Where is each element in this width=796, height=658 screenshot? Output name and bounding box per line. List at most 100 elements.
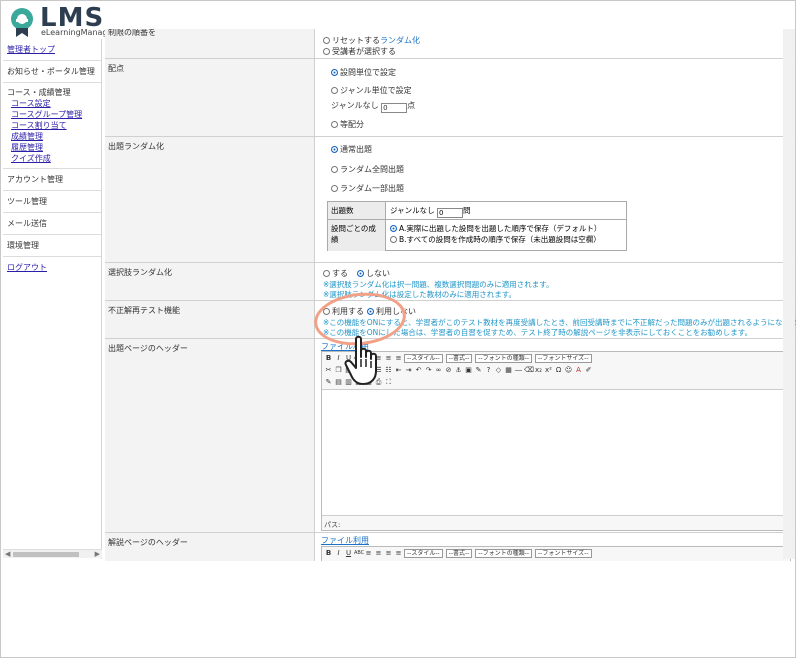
outdent-icon[interactable]: ⇤ bbox=[394, 366, 403, 375]
strikethrough-icon[interactable]: ABC bbox=[354, 549, 364, 558]
anchor-icon[interactable]: ⚓ bbox=[454, 366, 463, 375]
fullscreen-icon[interactable]: ⛶ bbox=[384, 378, 393, 387]
font-size-select[interactable]: --フォントサイズ-- bbox=[535, 353, 592, 363]
grade-manage-link[interactable]: 成績管理 bbox=[7, 131, 97, 142]
order-option-learner[interactable]: 受講者が選択する bbox=[323, 46, 396, 57]
radio-selected-icon[interactable] bbox=[390, 225, 397, 232]
link-icon[interactable]: ∞ bbox=[434, 366, 443, 375]
sidebar-item-news[interactable]: お知らせ・ポータル管理 bbox=[3, 61, 101, 83]
radio-icon[interactable] bbox=[331, 185, 338, 192]
quiz-create-link[interactable]: クイズ作成 bbox=[7, 153, 97, 164]
align-justify-icon[interactable]: ≡ bbox=[394, 549, 403, 558]
grade-option-b[interactable]: B.すべての設問を作成時の順序で保存（未出題設問は空欄） bbox=[390, 234, 622, 245]
random-option-normal[interactable]: 通常出題 bbox=[331, 144, 372, 155]
main-vertical-scrollbar[interactable] bbox=[783, 29, 795, 559]
radio-icon[interactable] bbox=[323, 270, 330, 277]
highlight-color-icon[interactable]: ✐ bbox=[584, 366, 593, 375]
style-select[interactable]: --スタイル-- bbox=[404, 548, 443, 558]
course-group-title: コース・成績管理 bbox=[7, 88, 71, 97]
emoticon-icon[interactable]: ☺ bbox=[564, 366, 573, 375]
sidebar-item-mail[interactable]: メール送信 bbox=[3, 213, 101, 235]
radio-icon[interactable] bbox=[323, 48, 330, 55]
choice-random-yes-label: する bbox=[332, 269, 348, 278]
cleanup-icon[interactable]: ✎ bbox=[474, 366, 483, 375]
align-right-icon[interactable]: ≡ bbox=[384, 354, 393, 363]
redo-icon[interactable]: ↷ bbox=[424, 366, 433, 375]
radio-icon[interactable] bbox=[331, 121, 338, 128]
logout-link[interactable]: ログアウト bbox=[7, 263, 47, 272]
help-icon[interactable]: ? bbox=[484, 366, 493, 375]
table-icon[interactable]: ▦ bbox=[504, 366, 513, 375]
insert-row-icon[interactable]: ▤ bbox=[334, 378, 343, 387]
copy-icon[interactable]: ❐ bbox=[334, 366, 343, 375]
count-input[interactable]: 0 bbox=[437, 208, 464, 218]
grade-option-a[interactable]: A.実際に出題した設問を出題した順序で保存（デフォルト） bbox=[390, 223, 622, 234]
scoring-option-question[interactable]: 設問単位で設定 bbox=[331, 67, 396, 78]
choice-random-no[interactable]: しない bbox=[357, 268, 390, 279]
count-label: 出題数 bbox=[328, 202, 386, 220]
scoring-option-genre[interactable]: ジャンル単位で設定 bbox=[331, 85, 412, 96]
radio-selected-icon[interactable] bbox=[357, 270, 364, 277]
course-group-link[interactable]: コースグループ管理 bbox=[7, 109, 97, 120]
random-option-all[interactable]: ランダム全問出題 bbox=[331, 164, 404, 175]
sidebar-horizontal-scrollbar[interactable]: ◀ ▶ bbox=[3, 549, 102, 558]
radio-icon[interactable] bbox=[390, 236, 397, 243]
unlink-icon[interactable]: ⊘ bbox=[444, 366, 453, 375]
radio-icon[interactable] bbox=[331, 166, 338, 173]
order-option-reset[interactable]: リセットするランダム化 bbox=[323, 35, 420, 46]
sidebar-item-environment[interactable]: 環境管理 bbox=[3, 235, 101, 257]
subscript-icon[interactable]: x₂ bbox=[534, 366, 543, 375]
align-justify-icon[interactable]: ≡ bbox=[394, 354, 403, 363]
numbered-list-icon[interactable]: ☷ bbox=[384, 366, 393, 375]
scrollbar-thumb[interactable] bbox=[13, 552, 79, 557]
text-color-icon[interactable]: A bbox=[574, 366, 583, 375]
bold-icon[interactable]: B bbox=[324, 549, 333, 558]
font-size-select[interactable]: --フォントサイズ-- bbox=[535, 548, 592, 558]
sidebar-item-account[interactable]: アカウント管理 bbox=[3, 169, 101, 191]
align-center-icon[interactable]: ≡ bbox=[374, 549, 383, 558]
radio-icon[interactable] bbox=[331, 87, 338, 94]
row-explain-header-label: 解説ページのヘッダー bbox=[105, 533, 315, 561]
random-option-partial[interactable]: ランダム一部出題 bbox=[331, 183, 404, 194]
choice-random-yes[interactable]: する bbox=[323, 268, 348, 279]
row-retest: 不正解再テスト機能 利用する 利用しない ※この機能をONにすると、学習者がこの… bbox=[105, 301, 796, 339]
edit-icon[interactable]: ✎ bbox=[324, 378, 333, 387]
explain-file-link[interactable]: ファイル利用 bbox=[321, 535, 369, 546]
bold-icon[interactable]: B bbox=[324, 354, 333, 363]
html-source-icon[interactable]: ◇ bbox=[494, 366, 503, 375]
radio-selected-icon[interactable] bbox=[331, 69, 338, 76]
header-editor-content[interactable] bbox=[322, 389, 790, 516]
italic-icon[interactable]: I bbox=[334, 549, 343, 558]
genre-score-input[interactable]: 0 bbox=[381, 103, 408, 113]
scroll-right-icon[interactable]: ▶ bbox=[95, 550, 100, 559]
radio-icon[interactable] bbox=[323, 37, 330, 44]
hr-icon[interactable]: ― bbox=[514, 366, 523, 375]
indent-icon[interactable]: ⇥ bbox=[404, 366, 413, 375]
genre-score-field: ジャンルなし 0点 bbox=[331, 100, 415, 113]
align-right-icon[interactable]: ≡ bbox=[384, 549, 393, 558]
undo-icon[interactable]: ↶ bbox=[414, 366, 423, 375]
course-assign-link[interactable]: コース割り当て bbox=[7, 120, 97, 131]
special-char-icon[interactable]: Ω bbox=[554, 366, 563, 375]
italic-icon[interactable]: I bbox=[334, 354, 343, 363]
remove-format-icon[interactable]: ⌫ bbox=[524, 366, 534, 375]
image-icon[interactable]: ▣ bbox=[464, 366, 473, 375]
course-settings-link[interactable]: コース設定 bbox=[7, 98, 97, 109]
format-select[interactable]: --書式-- bbox=[445, 548, 473, 558]
scroll-left-icon[interactable]: ◀ bbox=[5, 550, 10, 559]
sidebar-item-tools[interactable]: ツール管理 bbox=[3, 191, 101, 213]
grade-option-a-label: A.実際に出題した設問を出題した順序で保存（デフォルト） bbox=[399, 224, 602, 233]
style-select[interactable]: --スタイル-- bbox=[404, 353, 443, 363]
underline-icon[interactable]: U bbox=[344, 549, 353, 558]
sidebar-item-admin-top: 管理者トップ bbox=[3, 39, 101, 61]
radio-selected-icon[interactable] bbox=[331, 146, 338, 153]
cut-icon[interactable]: ✂ bbox=[324, 366, 333, 375]
font-family-select[interactable]: --フォントの種類-- bbox=[475, 548, 533, 558]
format-select[interactable]: --書式-- bbox=[445, 353, 473, 363]
font-family-select[interactable]: --フォントの種類-- bbox=[475, 353, 533, 363]
superscript-icon[interactable]: x² bbox=[544, 366, 553, 375]
align-left-icon[interactable]: ≡ bbox=[364, 549, 373, 558]
scoring-option-equal[interactable]: 等配分 bbox=[331, 119, 364, 130]
admin-top-link[interactable]: 管理者トップ bbox=[7, 45, 55, 54]
history-manage-link[interactable]: 履歴管理 bbox=[7, 142, 97, 153]
